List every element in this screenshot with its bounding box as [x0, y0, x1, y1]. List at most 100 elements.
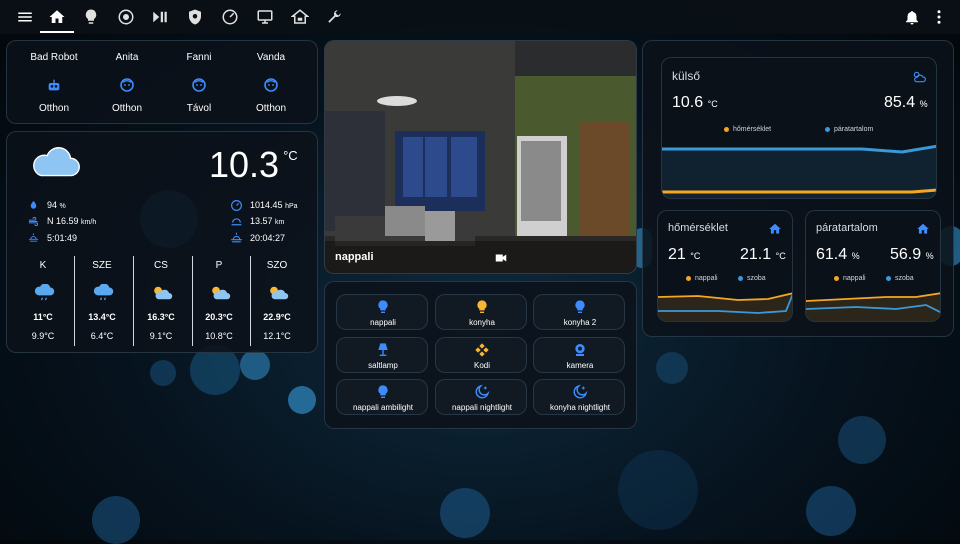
menu-icon[interactable]	[8, 0, 42, 34]
outdoor-temperature: 10.6 °C	[672, 94, 718, 111]
pressure-icon	[231, 200, 242, 211]
monitor-icon[interactable]	[248, 0, 282, 34]
person-name: Anita	[115, 52, 139, 63]
sensors-panel: külső 10.6 °C 85.4 % hőmérséklet páratar…	[642, 40, 954, 337]
pressure-value: 1014.45 hPa	[250, 200, 298, 210]
humidity-b: 56.9 %	[890, 246, 934, 263]
play-pause-icon[interactable]	[143, 0, 177, 34]
toggle-nappali[interactable]: nappali	[336, 294, 428, 330]
forecast-low: 12.1°C	[263, 331, 291, 341]
top-app-bar	[0, 0, 960, 34]
sunset-icon	[231, 232, 242, 243]
forecast-low: 10.8°C	[205, 331, 233, 341]
cloudy-icon	[33, 147, 80, 177]
outdoor-humidity: 85.4 %	[884, 94, 928, 111]
kodi-icon	[475, 343, 489, 357]
card-title: hőmérséklet	[668, 222, 728, 234]
forecast-low: 9.1°C	[149, 331, 173, 341]
temperature-a: 21 °C	[668, 246, 701, 263]
video-icon[interactable]	[494, 251, 508, 265]
toggle-label: konyha nightlight	[549, 403, 611, 412]
toggle-label: saltlamp	[368, 361, 398, 370]
toggle-konyha[interactable]: konyha	[435, 294, 527, 330]
card-title: páratartalom	[816, 222, 878, 234]
camera-card[interactable]: nappali	[324, 40, 637, 274]
outdoor-history-graph	[662, 144, 936, 198]
toggle-kamera[interactable]: kamera	[533, 337, 625, 373]
humidity-icon	[30, 200, 37, 209]
toggle-konyha-nightlight[interactable]: konyha nightlight	[533, 379, 625, 415]
person-name: Fanni	[186, 52, 212, 63]
forecast-day-name: P	[215, 260, 223, 271]
camera-feed-image	[325, 41, 636, 273]
active-tab-indicator	[40, 31, 74, 33]
toggle-label: nappali ambilight	[352, 403, 414, 412]
home-icon	[917, 223, 929, 234]
lightbulb-icon	[378, 300, 388, 313]
toggle-label: nappali nightlight	[451, 403, 513, 412]
legend-szoba: szoba	[886, 275, 914, 282]
sunrise-icon	[28, 233, 39, 242]
robot-vacuum-icon[interactable]	[109, 0, 143, 34]
wind-icon	[28, 216, 39, 227]
home-icon[interactable]	[40, 0, 74, 34]
robot-icon	[48, 79, 60, 91]
forecast-high: 13.4°C	[88, 312, 116, 322]
person-state: Otthon	[255, 103, 287, 114]
face-icon	[120, 78, 134, 92]
toggle-label: nappali	[370, 318, 396, 327]
humidity-card[interactable]: páratartalom 61.4 % 56.9 % nappali szoba	[805, 210, 941, 322]
shield-icon[interactable]	[178, 0, 212, 34]
legend-nappali: nappali	[686, 275, 718, 282]
forecast-high: 20.3°C	[205, 312, 233, 322]
outdoor-sensor-card[interactable]: külső 10.6 °C 85.4 % hőmérséklet páratar…	[661, 57, 937, 199]
toggle-nappali-nightlight[interactable]: nappali nightlight	[435, 379, 527, 415]
forecast-day-name: K	[39, 260, 47, 271]
toggle-kodi[interactable]: Kodi	[435, 337, 527, 373]
house-network-icon[interactable]	[283, 0, 317, 34]
toggle-nappali-ambilight[interactable]: nappali ambilight	[336, 379, 428, 415]
camera-label: nappali	[335, 251, 374, 263]
current-temperature: 10.3 °C	[209, 144, 298, 185]
toggle-label: kamera	[566, 361, 594, 370]
wrench-icon[interactable]	[317, 0, 351, 34]
lightbulb-icon	[378, 385, 388, 398]
partly-cloudy-icon	[270, 286, 289, 300]
temperature-card[interactable]: hőmérséklet 21 °C 21.1 °C nappali szoba	[657, 210, 793, 322]
partly-cloudy-icon	[212, 286, 231, 300]
partly-cloudy-icon	[154, 286, 173, 300]
forecast-high: 16.3°C	[147, 312, 175, 322]
legend-nappali: nappali	[834, 275, 866, 282]
dots-vertical-icon[interactable]	[922, 0, 956, 34]
forecast-low: 9.9°C	[31, 331, 55, 341]
visibility-icon	[231, 218, 242, 226]
toggles-card: nappali konyha konyha 2 saltlamp Kodi ka…	[324, 281, 637, 429]
weather-partly-icon	[913, 71, 926, 83]
face-icon	[192, 78, 206, 92]
legend-temperature: hőmérséklet	[724, 126, 771, 133]
person-name: Bad Robot	[30, 52, 78, 63]
moon-star-icon	[475, 384, 490, 399]
webcam-icon	[575, 344, 585, 356]
forecast-day-name: CS	[154, 260, 168, 271]
forecast-low: 6.4°C	[90, 331, 114, 341]
forecast-day-name: SZO	[266, 260, 288, 271]
gauge-icon[interactable]	[213, 0, 247, 34]
wind-value: N 16.59 km/h	[47, 216, 97, 226]
person-name: Vanda	[256, 52, 286, 63]
lightbulb-icon	[575, 300, 585, 313]
forecast-high: 11°C	[33, 312, 53, 322]
person-state: Távol	[186, 103, 212, 114]
humidity-a: 61.4 %	[816, 246, 860, 263]
rain-icon	[93, 284, 114, 301]
weather-card[interactable]: 10.3 °C 94 % N 16.59 km/h 5:01:49 1014.45…	[6, 131, 318, 353]
toggle-konyha-2[interactable]: konyha 2	[533, 294, 625, 330]
toggle-label: konyha	[469, 318, 495, 327]
lightbulb-icon	[477, 300, 487, 313]
forecast-high: 22.9°C	[263, 312, 291, 322]
face-icon	[264, 78, 278, 92]
temperature-b: 21.1 °C	[740, 246, 786, 263]
toggle-saltlamp[interactable]: saltlamp	[336, 337, 428, 373]
lightbulb-icon[interactable]	[74, 0, 108, 34]
toggle-label: konyha 2	[563, 318, 597, 327]
